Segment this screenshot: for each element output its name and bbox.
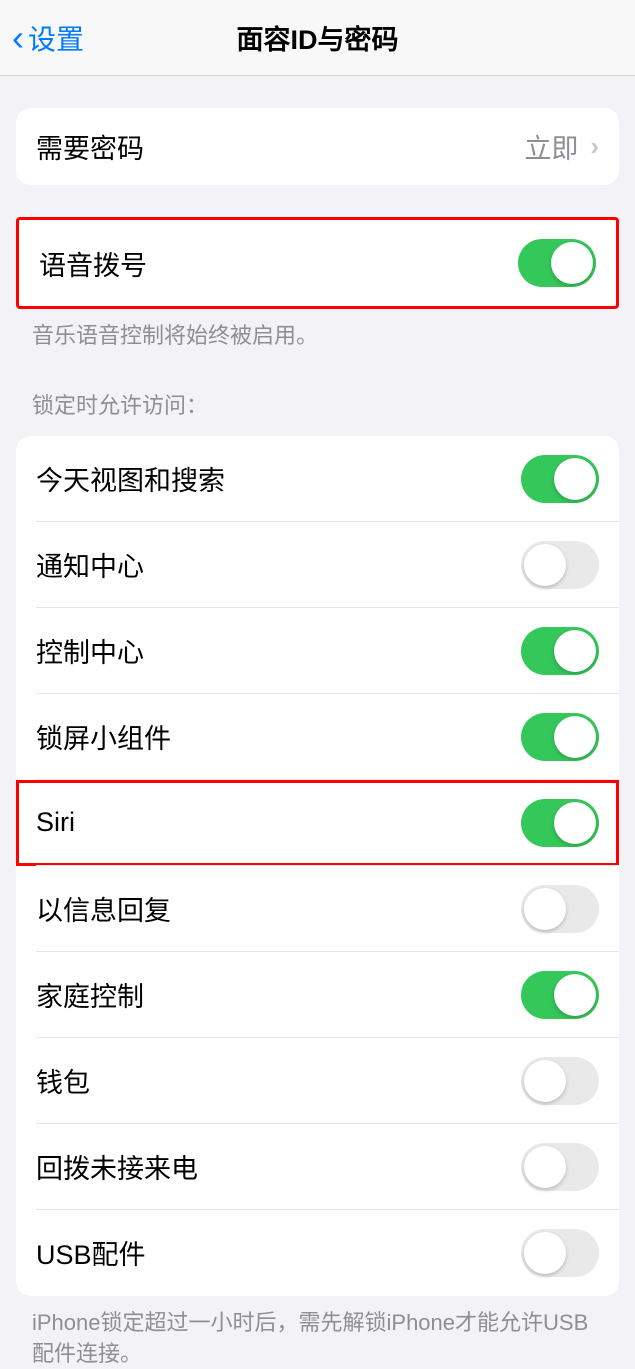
voice-dial-footer: 音乐语音控制将始终被启用。 [0,309,635,352]
toggle-knob [554,458,596,500]
back-button[interactable]: ‹ 设置 [0,17,84,59]
toggle-knob [524,1146,566,1188]
toggle-knob [551,242,593,284]
toggle-knob [554,716,596,758]
siri-label: Siri [36,807,75,838]
home-control-toggle[interactable] [521,971,599,1019]
voice-dial-group: 语音拨号 [16,217,619,309]
voice-dial-toggle[interactable] [518,239,596,287]
require-passcode-label: 需要密码 [36,127,144,166]
navigation-header: ‹ 设置 面容ID与密码 [0,0,635,76]
siri-toggle[interactable] [521,799,599,847]
toggle-knob [524,1060,566,1102]
home-control-row: 家庭控制 [16,952,619,1038]
notification-center-toggle[interactable] [521,541,599,589]
toggle-knob [524,888,566,930]
wallet-toggle[interactable] [521,1057,599,1105]
today-view-toggle[interactable] [521,455,599,503]
reply-message-toggle[interactable] [521,885,599,933]
require-passcode-row[interactable]: 需要密码 立即 › [16,108,619,185]
control-center-label: 控制中心 [36,631,144,670]
lock-widgets-label: 锁屏小组件 [36,717,171,756]
callback-toggle[interactable] [521,1143,599,1191]
today-view-label: 今天视图和搜索 [36,459,225,498]
home-control-label: 家庭控制 [36,975,144,1014]
page-title: 面容ID与密码 [237,18,399,57]
voice-dial-label: 语音拨号 [39,244,147,283]
back-label: 设置 [28,18,84,58]
lock-access-group: 今天视图和搜索 通知中心 控制中心 锁屏小组件 Siri [16,436,619,1296]
lock-widgets-toggle[interactable] [521,713,599,761]
wallet-label: 钱包 [36,1061,90,1100]
voice-dial-row: 语音拨号 [19,220,616,306]
toggle-knob [554,974,596,1016]
wallet-row: 钱包 [16,1038,619,1124]
callback-label: 回拨未接来电 [36,1147,198,1186]
notification-center-label: 通知中心 [36,545,144,584]
control-center-row: 控制中心 [16,608,619,694]
passcode-group: 需要密码 立即 › [16,108,619,185]
toggle-knob [554,630,596,672]
reply-message-label: 以信息回复 [36,889,171,928]
usb-footer: iPhone锁定超过一小时后，需先解锁iPhone才能允许USB配件连接。 [0,1296,635,1369]
toggle-knob [524,544,566,586]
toggle-knob [554,802,596,844]
lock-access-header: 锁定时允许访问： [0,388,635,428]
siri-row: Siri [16,780,619,866]
today-view-row: 今天视图和搜索 [16,436,619,522]
require-passcode-value: 立即 [524,127,578,166]
chevron-right-icon: › [590,131,599,162]
callback-row: 回拨未接来电 [16,1124,619,1210]
chevron-left-icon: ‹ [12,17,24,59]
control-center-toggle[interactable] [521,627,599,675]
reply-message-row: 以信息回复 [16,866,619,952]
lock-widgets-row: 锁屏小组件 [16,694,619,780]
notification-center-row: 通知中心 [16,522,619,608]
